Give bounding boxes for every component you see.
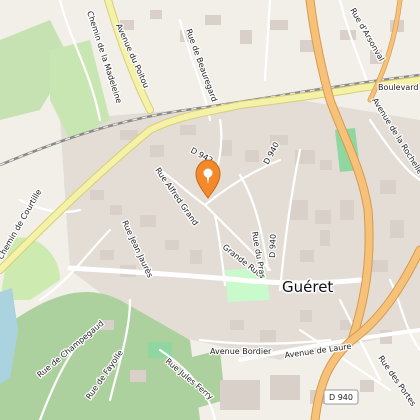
city-label: Guéret [282,278,333,296]
label-d940-vertical: D 940 [268,234,278,258]
svg-text:D 940: D 940 [329,393,353,402]
road-shield-d940: D 940 [323,389,359,405]
map-canvas[interactable]: Chemin de la Madeleine Avenue du Poitou … [0,0,420,420]
label-boulevard: Boulevard [378,83,418,92]
label-avenue-bordier: Avenue Bordier [210,347,272,356]
map-viewport[interactable]: Chemin de la Madeleine Avenue du Poitou … [0,0,420,420]
